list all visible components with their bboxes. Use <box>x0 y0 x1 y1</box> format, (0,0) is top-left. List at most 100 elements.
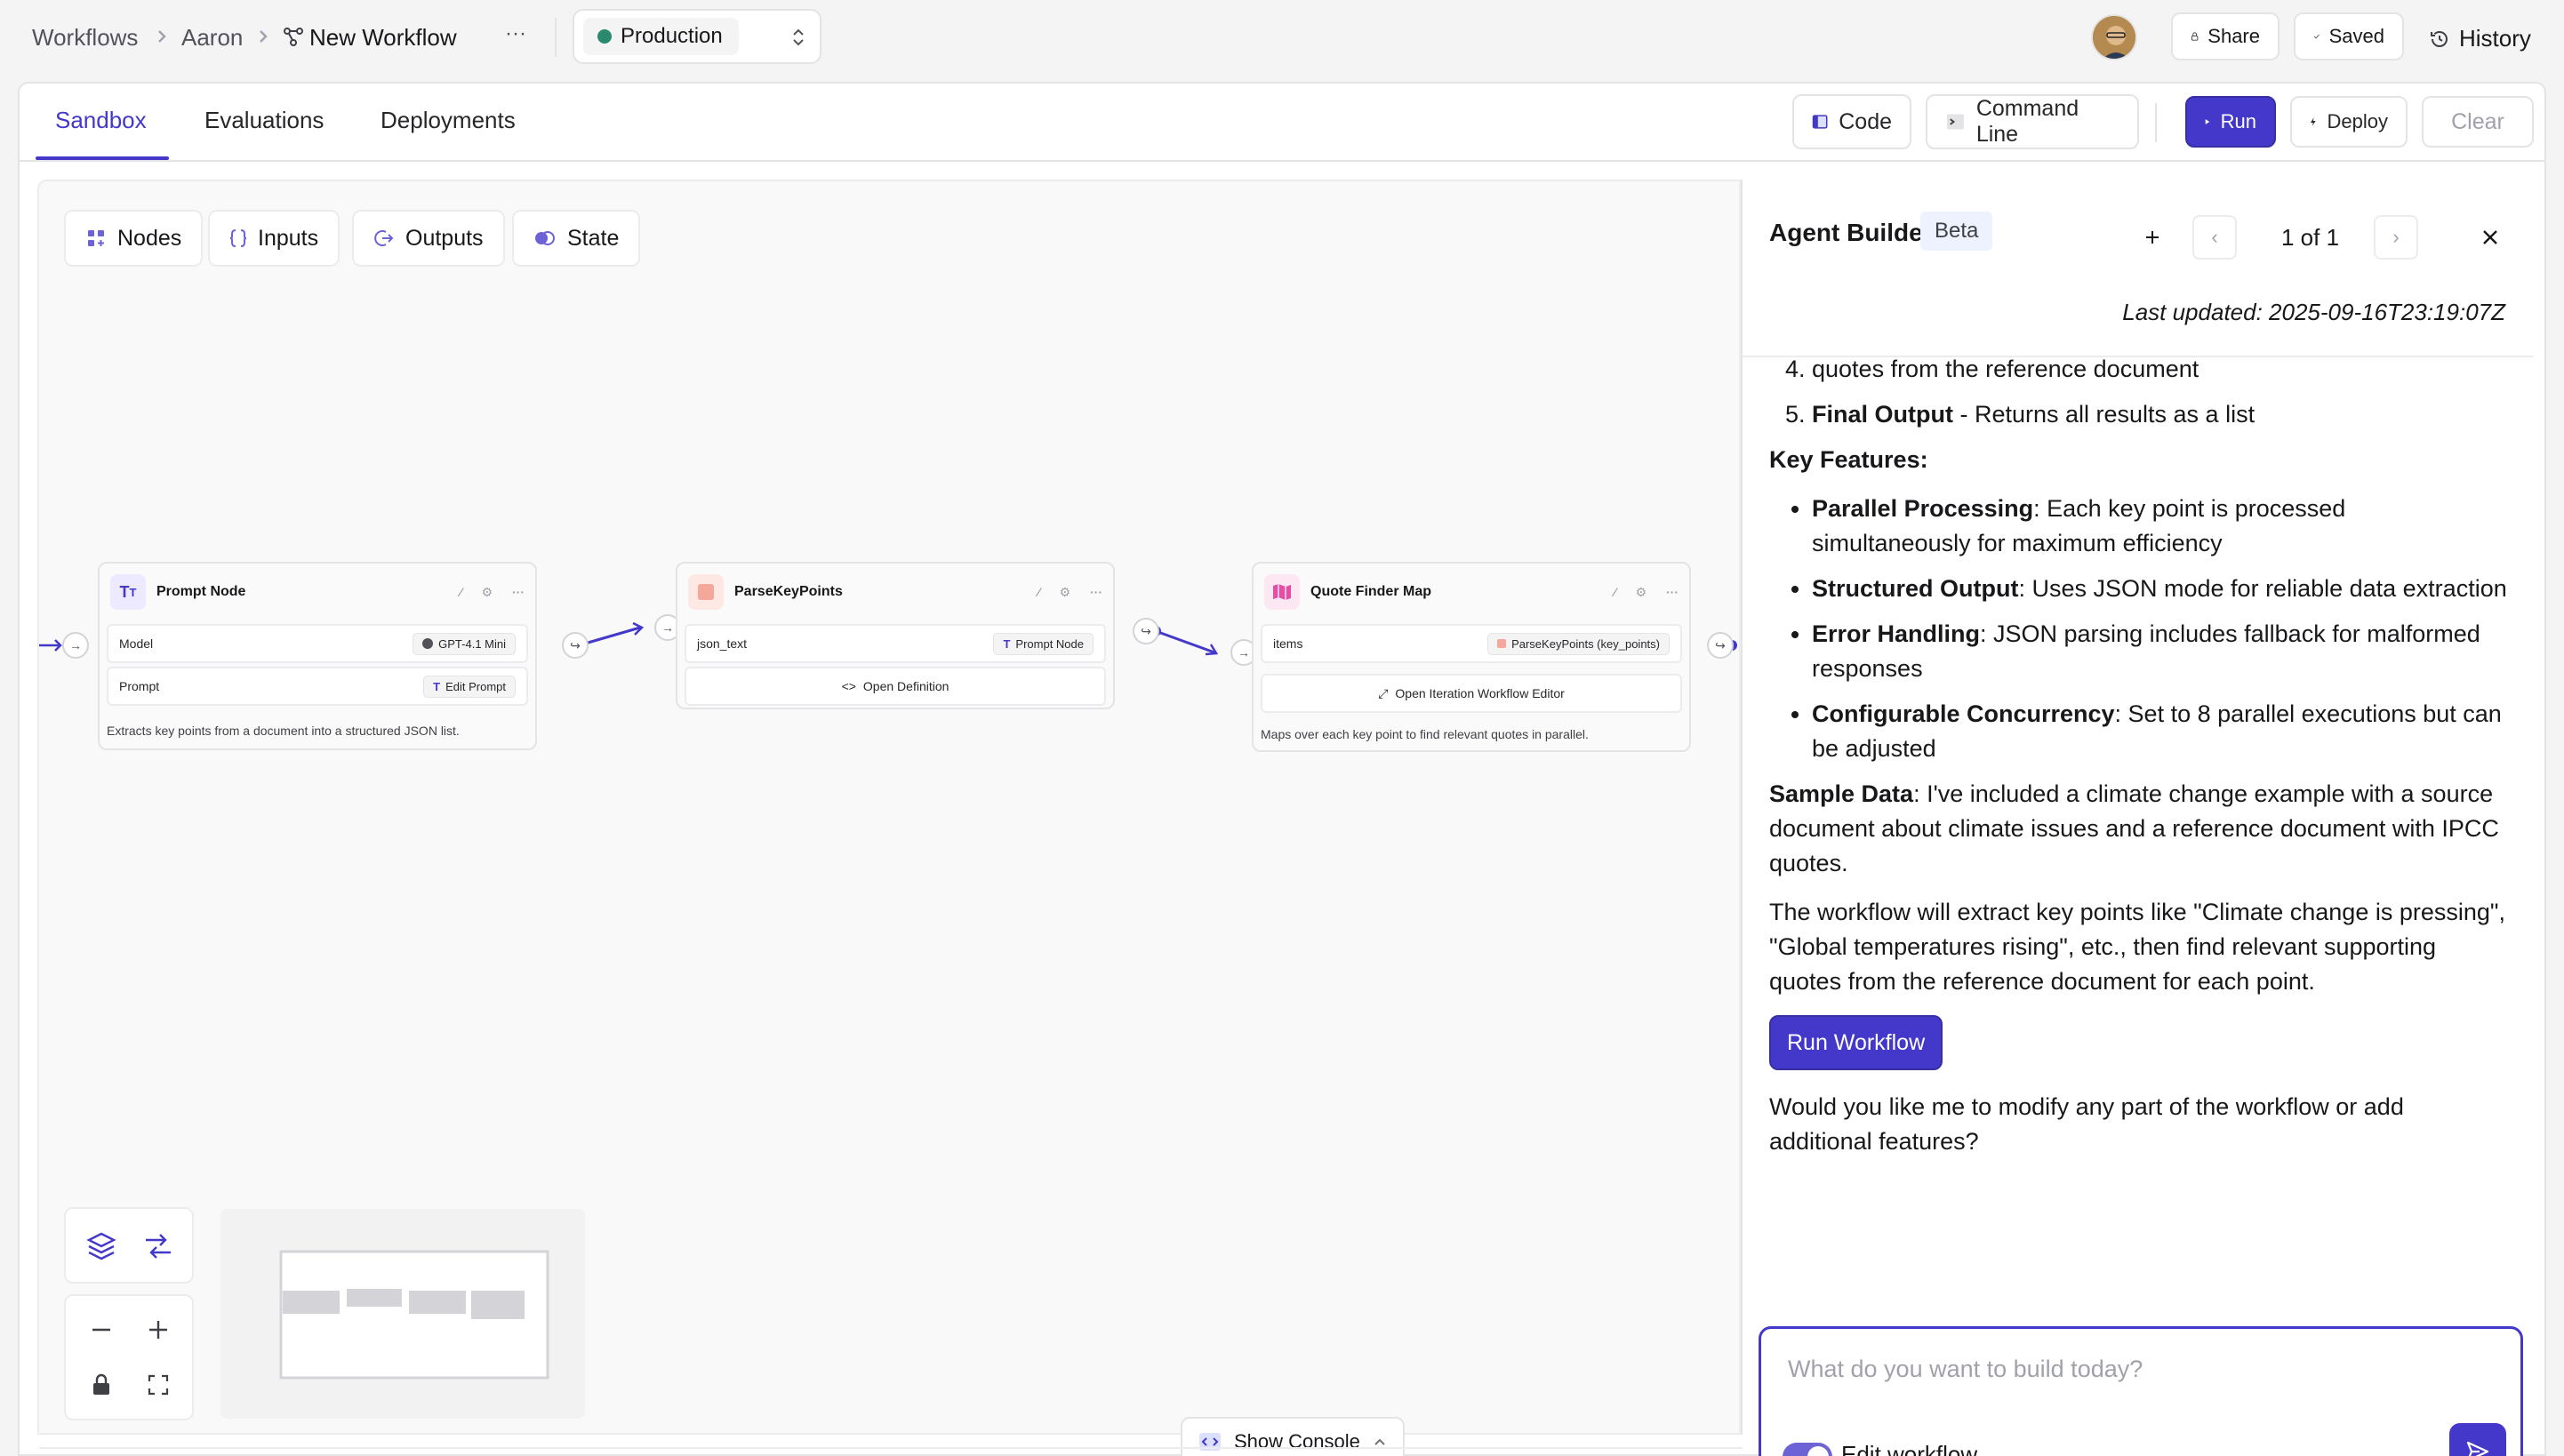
map-node-title: Quote Finder Map <box>1310 584 1431 599</box>
prompt-node-output-port[interactable]: ↪ <box>562 632 589 659</box>
parse-keypoints-node[interactable]: ParseKeyPoints ⁄ ⚙ ··· json_text T Prompt… <box>676 562 1115 709</box>
status-dot-icon <box>597 29 612 44</box>
layers-button[interactable] <box>76 1221 126 1271</box>
magic-wand-icon[interactable]: ⁄ <box>460 585 461 600</box>
code-block-icon <box>688 574 724 610</box>
breadcrumb-workflows[interactable]: Workflows <box>32 24 138 52</box>
magic-wand-icon[interactable]: ⁄ <box>1038 585 1039 600</box>
model-value: GPT-4.1 Mini <box>438 636 506 651</box>
gear-icon[interactable]: ⚙ <box>1635 585 1647 600</box>
layers-icon <box>86 1232 116 1260</box>
prompt-node-title: Prompt Node <box>156 584 246 599</box>
open-definition-button[interactable]: <> Open Definition <box>685 667 1106 706</box>
next-page-button[interactable]: › <box>2374 215 2418 260</box>
clear-button[interactable]: Clear <box>2422 96 2534 148</box>
agent-builder-title: Agent Builder <box>1769 219 1933 246</box>
minus-icon <box>92 1328 110 1332</box>
tab-sandbox[interactable]: Sandbox <box>55 107 147 134</box>
history-label: History <box>2459 25 2531 52</box>
show-console-label: Show Console <box>1234 1430 1360 1452</box>
run-button[interactable]: Run <box>2185 96 2276 148</box>
more-options-icon[interactable]: ··· <box>1090 585 1102 600</box>
edge-parse-map <box>1155 629 1215 654</box>
text-type-icon: TT <box>110 574 146 610</box>
workflow-canvas[interactable]: Nodes Inputs Outputs State → T T Prompt … <box>37 180 1743 1456</box>
prompt-row: Prompt T Edit Prompt <box>107 667 528 706</box>
breadcrumb-owner[interactable]: Aaron <box>181 24 243 52</box>
edit-prompt-label: Edit Prompt <box>445 679 506 693</box>
parse-node-output-port[interactable]: ↪ <box>1133 618 1159 644</box>
input-source-select[interactable]: T Prompt Node <box>993 632 1094 655</box>
magic-wand-icon[interactable]: ⁄ <box>1614 585 1615 600</box>
toggle-knob <box>1807 1446 1829 1456</box>
list-item: Configurable Concurrency: Set to 8 paral… <box>1812 697 2507 766</box>
openai-icon <box>422 638 434 649</box>
new-chat-button[interactable] <box>2130 215 2175 260</box>
breadcrumb-current[interactable]: New Workflow <box>309 24 457 52</box>
prompt-node-input-port[interactable]: → <box>62 632 89 659</box>
edit-workflow-toggle[interactable] <box>1783 1443 1832 1456</box>
lightning-icon <box>2310 117 2316 126</box>
open-iteration-editor-button[interactable]: ⤢ Open Iteration Workflow Editor <box>1261 674 1682 713</box>
list-item: Structured Output: Uses JSON mode for re… <box>1812 572 2507 606</box>
prompt-node[interactable]: TT Prompt Node ⁄ ⚙ ··· Model GPT-4.1 Min… <box>98 562 537 750</box>
zoom-out-button[interactable] <box>76 1305 126 1355</box>
map-icon <box>1264 574 1300 610</box>
terminal-icon <box>1946 114 1964 130</box>
more-options-icon[interactable]: ··· <box>505 21 526 46</box>
run-workflow-button[interactable]: Run Workflow <box>1769 1015 1943 1070</box>
send-button[interactable] <box>2449 1423 2506 1456</box>
input-source-value: Prompt Node <box>1015 636 1084 651</box>
history-button[interactable]: History <box>2429 25 2531 52</box>
share-button[interactable]: Share <box>2171 12 2280 60</box>
deploy-button[interactable]: Deploy <box>2290 96 2408 148</box>
divider <box>555 18 557 57</box>
edit-prompt-button[interactable]: T Edit Prompt <box>423 675 516 698</box>
avatar[interactable] <box>2091 14 2137 60</box>
saved-button[interactable]: Saved <box>2294 12 2404 60</box>
map-node-description: Maps over each key point to find relevan… <box>1261 727 1589 741</box>
prompt-node-description: Extracts key points from a document into… <box>107 724 460 738</box>
steps-list: quotes from the reference document Final… <box>1769 357 2507 432</box>
node-tools: ⁄ ⚙ ··· <box>1614 585 1679 600</box>
model-label: Model <box>119 636 154 651</box>
lock-icon <box>93 1373 109 1395</box>
close-icon <box>2483 230 2497 244</box>
more-options-icon[interactable]: ··· <box>512 585 525 600</box>
gear-icon[interactable]: ⚙ <box>1059 585 1070 600</box>
map-node-output-port[interactable]: ↪ <box>1707 632 1734 659</box>
map-node-header: Quote Finder Map ⁄ ⚙ ··· <box>1264 572 1679 612</box>
parse-node-title: ParseKeyPoints <box>734 584 843 599</box>
last-updated: Last updated: 2025-09-16T23:19:07Z <box>2122 299 2505 325</box>
command-line-button[interactable]: Command Line <box>1926 94 2139 149</box>
chat-composer[interactable]: What do you want to build today? Edit wo… <box>1759 1326 2523 1456</box>
items-label: items <box>1273 636 1303 651</box>
more-options-icon[interactable]: ··· <box>1666 585 1679 600</box>
zoom-in-button[interactable] <box>133 1305 183 1355</box>
chat-input[interactable]: What do you want to build today? <box>1788 1356 2143 1383</box>
close-panel-button[interactable] <box>2468 215 2512 260</box>
model-select[interactable]: GPT-4.1 Mini <box>413 632 516 655</box>
auto-layout-button[interactable] <box>133 1221 183 1271</box>
feature-title: Structured Output <box>1812 575 2019 602</box>
fit-view-button[interactable] <box>133 1360 183 1410</box>
lock-canvas-button[interactable] <box>76 1360 126 1410</box>
previous-page-button[interactable]: ‹ <box>2192 215 2237 260</box>
pager-label: 1 of 1 <box>2281 224 2340 251</box>
fullscreen-icon <box>148 1374 169 1396</box>
items-row: items ParseKeyPoints (key_points) <box>1261 624 1682 663</box>
list-item: Final Output - Returns all results as a … <box>1812 397 2507 432</box>
play-icon <box>2205 119 2210 124</box>
tab-deployments[interactable]: Deployments <box>381 107 516 134</box>
items-source-select[interactable]: ParseKeyPoints (key_points) <box>1487 632 1670 655</box>
agent-builder-panel: Agent Builder Beta ‹ 1 of 1 › Last updat… <box>1741 180 2534 1456</box>
chevron-right-icon <box>158 30 166 43</box>
code-button[interactable]: Code <box>1792 94 1911 149</box>
tab-evaluations[interactable]: Evaluations <box>204 107 324 134</box>
quote-finder-map-node[interactable]: Quote Finder Map ⁄ ⚙ ··· items ParseKeyP… <box>1252 562 1691 752</box>
run-label: Run <box>2220 110 2256 132</box>
minimap[interactable] <box>220 1209 585 1419</box>
show-console-button[interactable]: Show Console <box>1181 1417 1405 1456</box>
gear-icon[interactable]: ⚙ <box>481 585 493 600</box>
environment-select[interactable]: Production <box>573 9 821 64</box>
